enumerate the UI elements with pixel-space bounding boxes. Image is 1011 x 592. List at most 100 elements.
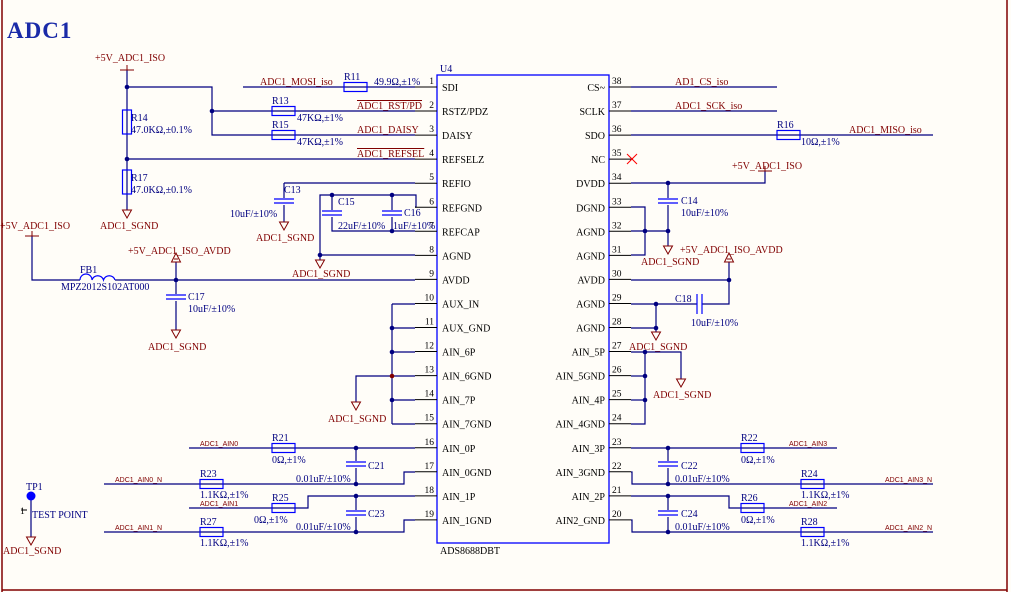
r11-value: 49.9Ω,±1% bbox=[374, 77, 420, 88]
c15-ref: C15 bbox=[338, 197, 355, 208]
c21-value: 0.01uF/±10% bbox=[296, 474, 351, 485]
chip-ref: U4 bbox=[440, 64, 452, 75]
net-label-refsel: ADC1_REFSEL bbox=[357, 149, 424, 160]
ground-label: ADC1_SGND bbox=[328, 414, 386, 425]
power-label-vcc-iso: +5V_ADC1_ISO bbox=[0, 221, 70, 232]
r22-value: 0Ω,±1% bbox=[741, 455, 775, 466]
pin-name: AIN_0GND bbox=[442, 468, 491, 479]
pin-number: 24 bbox=[612, 414, 622, 424]
c23-value: 0.01uF/±10% bbox=[296, 522, 351, 533]
junction-dot bbox=[389, 325, 395, 331]
pin-name: REFCAP bbox=[442, 227, 480, 238]
r21-value: 0Ω,±1% bbox=[272, 455, 306, 466]
ground-icon bbox=[25, 536, 37, 547]
pin-name: SCLK bbox=[579, 107, 605, 118]
pin-name: RSTZ/PDZ bbox=[442, 107, 488, 118]
junction-dot bbox=[726, 277, 732, 283]
r28-value: 1.1KΩ,±1% bbox=[801, 538, 849, 549]
r27-value: 1.1KΩ,±1% bbox=[200, 538, 248, 549]
net-label-miso: ADC1_MISO_iso bbox=[849, 125, 922, 136]
c14-capacitor[interactable] bbox=[658, 198, 678, 205]
schematic-canvas: ADC1 1SDI2RSTZ/PDZ3DAISY4REFSELZ5REFIO6R… bbox=[0, 0, 1008, 592]
ground-label: ADC1_SGND bbox=[629, 342, 687, 353]
pin-name: REFIO bbox=[442, 179, 471, 190]
net-label-cs: AD1_CS_iso bbox=[675, 77, 728, 88]
r11-ref: R11 bbox=[344, 72, 360, 83]
junction-dot bbox=[653, 301, 659, 307]
chip-u4[interactable]: 1 SDI 2 RSTZ/PDZ 3 DAISY 4 REFSELZ 5 REFIO 6 REFGND… bbox=[415, 74, 631, 544]
ground-icon bbox=[121, 209, 133, 220]
pin-number: 11 bbox=[425, 318, 434, 328]
net-label-ain2: ADC1_AIN2 bbox=[789, 501, 827, 508]
pin-name: DAISY bbox=[442, 131, 473, 142]
r14-value: 47.0KΩ,±0.1% bbox=[131, 125, 192, 136]
c17-value: 10uF/±10% bbox=[188, 304, 235, 315]
tp1-value: TEST POINT bbox=[32, 510, 88, 521]
pin-name: AIN_3P bbox=[572, 444, 606, 455]
components bbox=[21, 65, 825, 547]
junction-dot bbox=[665, 180, 671, 186]
c13-capacitor[interactable] bbox=[274, 198, 294, 205]
ground-label: ADC1_SGND bbox=[653, 390, 711, 401]
pin-name: AIN_2P bbox=[572, 492, 606, 503]
pin-name: REFSELZ bbox=[442, 155, 484, 166]
ground-label: ADC1_SGND bbox=[3, 546, 61, 557]
c17-capacitor[interactable] bbox=[166, 294, 186, 301]
pin-number: 20 bbox=[612, 510, 622, 520]
tp1-ref: TP1 bbox=[26, 482, 43, 493]
c22-capacitor[interactable] bbox=[658, 461, 678, 468]
ground-label: ADC1_SGND bbox=[100, 221, 158, 232]
pin-number: 15 bbox=[425, 414, 435, 424]
pin-number: 1 bbox=[429, 77, 434, 87]
pin-name: AIN_5P bbox=[572, 348, 606, 359]
wire bbox=[702, 280, 730, 305]
net-label-ain2n: ADC1_AIN2_N bbox=[885, 525, 932, 532]
pin-number: 16 bbox=[425, 438, 435, 448]
pin-number: 2 bbox=[429, 101, 434, 111]
c24-value: 0.01uF/±10% bbox=[675, 522, 730, 533]
power-label-avdd: +5V_ADC1_ISO_AVDD bbox=[680, 245, 783, 256]
junction-dot bbox=[665, 481, 671, 487]
c16-capacitor[interactable] bbox=[382, 210, 402, 217]
r22-ref: R22 bbox=[741, 433, 758, 444]
pin-name: AUX_GND bbox=[442, 324, 490, 335]
c13-value: 10uF/±10% bbox=[230, 209, 277, 220]
r14-ref: R14 bbox=[131, 113, 148, 124]
c22-value: 0.01uF/±10% bbox=[675, 474, 730, 485]
junction-dot bbox=[653, 325, 659, 331]
r13-value: 47KΩ,±1% bbox=[297, 113, 343, 124]
junction-dot bbox=[665, 445, 671, 451]
wire bbox=[631, 352, 646, 425]
ground-icon bbox=[675, 378, 687, 389]
c24-capacitor[interactable] bbox=[658, 510, 678, 517]
pin-name: NC bbox=[591, 155, 605, 166]
ground-label: ADC1_SGND bbox=[641, 257, 699, 268]
pin-name: AIN_5GND bbox=[556, 372, 605, 383]
pin-number: 12 bbox=[425, 342, 435, 352]
junction-dot bbox=[353, 445, 359, 451]
pin-number: 32 bbox=[612, 221, 622, 231]
c18-capacitor[interactable] bbox=[696, 294, 703, 314]
junction-dot bbox=[329, 192, 335, 198]
junction-dot bbox=[209, 108, 215, 114]
net-label-daisy: ADC1_DAISY bbox=[357, 125, 419, 136]
pin-number: 13 bbox=[425, 366, 435, 376]
r17-ref: R17 bbox=[131, 173, 148, 184]
pin-number: 26 bbox=[612, 366, 622, 376]
r16-ref: R16 bbox=[777, 120, 794, 131]
c24-ref: C24 bbox=[681, 509, 698, 520]
junction-dot bbox=[353, 481, 359, 487]
sheet-title: ADC1 bbox=[7, 18, 72, 43]
power-label-avdd: +5V_ADC1_ISO_AVDD bbox=[128, 246, 231, 257]
chip-part-number: ADS8688DBT bbox=[440, 546, 500, 557]
c23-capacitor[interactable] bbox=[346, 510, 366, 517]
c15-capacitor[interactable] bbox=[322, 210, 342, 217]
pin-number: 9 bbox=[429, 269, 434, 279]
junction-dot bbox=[353, 529, 359, 535]
junction-dot bbox=[642, 228, 648, 234]
pin-number: 10 bbox=[425, 293, 435, 303]
pin-number: 28 bbox=[612, 318, 622, 328]
r15-ref: R15 bbox=[272, 120, 289, 131]
c21-capacitor[interactable] bbox=[346, 461, 366, 468]
pin-number: 22 bbox=[612, 462, 622, 472]
